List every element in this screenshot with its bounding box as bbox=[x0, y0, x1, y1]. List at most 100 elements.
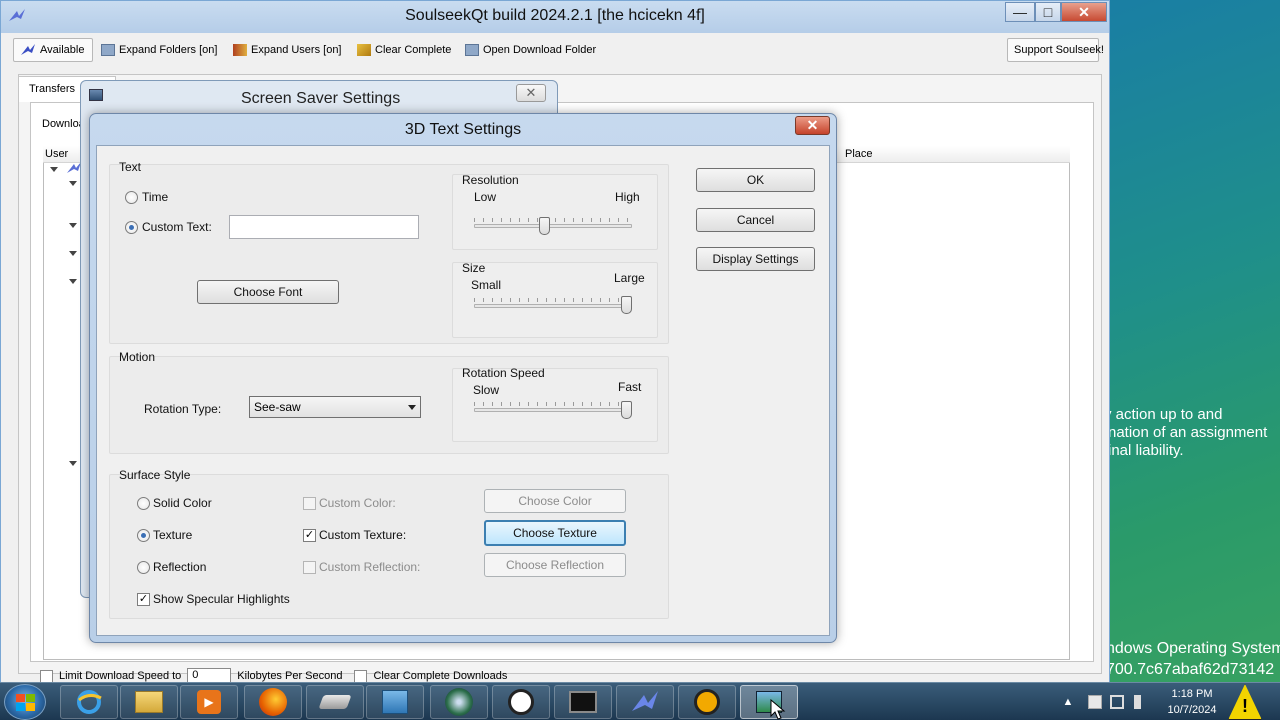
rotation-fast-label: Fast bbox=[618, 380, 642, 394]
start-button[interactable] bbox=[4, 684, 46, 720]
clock[interactable]: 1:18 PM 10/7/2024 bbox=[1158, 686, 1226, 718]
expand-arrow-icon[interactable] bbox=[69, 279, 77, 284]
dialog-title: 3D Text Settings bbox=[404, 121, 522, 138]
custom-texture-checkbox[interactable]: ✓ bbox=[303, 529, 316, 542]
soulseek-title: SoulseekQt build 2024.2.1 [the hcicekn 4… bbox=[405, 7, 705, 24]
taskbar-globe[interactable] bbox=[678, 685, 736, 719]
resolution-title: Resolution bbox=[462, 173, 519, 187]
internet-explorer-icon bbox=[77, 690, 102, 714]
taskbar-task-manager[interactable] bbox=[554, 685, 612, 719]
size-large-label: Large bbox=[614, 271, 645, 285]
time-label: Time bbox=[142, 190, 169, 204]
expand-users-button[interactable]: Expand Users [on] bbox=[233, 38, 342, 62]
expand-folders-button[interactable]: Expand Folders [on] bbox=[101, 38, 217, 62]
media-player-icon: ▶ bbox=[197, 690, 221, 714]
clock-time: 1:18 PM bbox=[1171, 688, 1213, 700]
taskbar-screen-saver[interactable] bbox=[740, 685, 798, 719]
screen-saver-close-button[interactable]: ✕ bbox=[516, 84, 546, 102]
clear-complete-label: Clear Complete bbox=[375, 44, 452, 56]
solid-color-radio[interactable] bbox=[137, 497, 150, 510]
globe-icon bbox=[694, 689, 720, 715]
expand-arrow-icon[interactable] bbox=[69, 181, 77, 186]
rotation-type-select[interactable]: See-saw bbox=[249, 396, 421, 418]
dropdown-arrow-icon bbox=[408, 405, 416, 410]
show-hidden-icons-button[interactable]: ▲ bbox=[1062, 694, 1074, 710]
expand-arrow-icon[interactable] bbox=[50, 167, 58, 172]
rotation-speed-slider-thumb[interactable] bbox=[621, 401, 632, 419]
display-settings-button[interactable]: Display Settings bbox=[696, 247, 815, 271]
clear-complete-button[interactable]: Clear Complete bbox=[357, 38, 451, 62]
warning-icon[interactable]: ! bbox=[1228, 684, 1262, 720]
screen-saver-icon bbox=[89, 89, 103, 101]
control-panel-icon bbox=[382, 690, 408, 714]
column-place[interactable]: Place bbox=[845, 148, 873, 160]
screen-saver-title: Screen Saver Settings bbox=[241, 90, 401, 107]
taskbar-control-panel[interactable] bbox=[366, 685, 424, 719]
reflection-radio[interactable] bbox=[137, 561, 150, 574]
expand-arrow-icon[interactable] bbox=[69, 461, 77, 466]
limit-speed-checkbox[interactable] bbox=[40, 669, 53, 683]
text-group-title: Text bbox=[119, 160, 142, 174]
expand-arrow-icon[interactable] bbox=[69, 251, 77, 256]
taskbar-soulseek[interactable] bbox=[616, 685, 674, 719]
choose-reflection-button[interactable]: Choose Reflection bbox=[484, 553, 626, 577]
taskbar-firefox[interactable] bbox=[244, 685, 302, 719]
expand-arrow-icon[interactable] bbox=[69, 223, 77, 228]
choose-texture-button[interactable]: Choose Texture bbox=[484, 520, 626, 546]
desktop-build-text: 700.7c67abaf62d73142 bbox=[1106, 661, 1275, 678]
kbps-label: Kilobytes Per Second bbox=[237, 670, 343, 682]
clear-complete-downloads-checkbox[interactable] bbox=[354, 669, 368, 683]
custom-text-input[interactable] bbox=[229, 215, 419, 239]
action-center-icon[interactable] bbox=[1088, 695, 1102, 709]
available-button[interactable]: Available bbox=[13, 38, 93, 62]
custom-color-checkbox[interactable] bbox=[303, 497, 316, 510]
time-radio[interactable] bbox=[125, 191, 138, 204]
size-slider-track[interactable] bbox=[474, 304, 632, 308]
3d-text-settings-dialog: 3D Text Settings ✕ Text Time Custom Text… bbox=[89, 113, 837, 643]
network-icon[interactable] bbox=[1110, 695, 1124, 709]
rotation-speed-slider-track[interactable] bbox=[474, 408, 632, 412]
column-user[interactable]: User bbox=[45, 148, 68, 160]
windows-logo-icon bbox=[16, 694, 35, 711]
reflection-label: Reflection bbox=[153, 560, 207, 574]
resolution-low-label: Low bbox=[474, 190, 497, 204]
dialog-close-button[interactable]: ✕ bbox=[795, 116, 830, 135]
taskbar-panda[interactable] bbox=[492, 685, 550, 719]
firefox-icon bbox=[259, 688, 287, 716]
custom-text-radio[interactable] bbox=[125, 221, 138, 234]
cancel-button[interactable]: Cancel bbox=[696, 208, 815, 232]
taskbar-internet-explorer[interactable] bbox=[60, 685, 118, 719]
volume-muted-icon[interactable] bbox=[1134, 695, 1148, 709]
soulseek-close-button[interactable]: ✕ bbox=[1061, 2, 1107, 22]
texture-radio[interactable] bbox=[137, 529, 150, 542]
taskbar-drive[interactable] bbox=[306, 685, 364, 719]
choose-color-button[interactable]: Choose Color bbox=[484, 489, 626, 513]
resolution-slider-thumb[interactable] bbox=[539, 217, 550, 235]
rotation-slow-label: Slow bbox=[473, 383, 500, 397]
resolution-slider-track[interactable] bbox=[474, 224, 632, 228]
rotation-type-value: See-saw bbox=[254, 400, 301, 414]
taskbar: ▶ ▲ 1:18 PM 10/7/2024 ! bbox=[0, 682, 1280, 720]
taskbar-file-explorer[interactable] bbox=[120, 685, 178, 719]
available-label: Available bbox=[40, 44, 85, 56]
resolution-ticks bbox=[474, 218, 632, 222]
ok-button[interactable]: OK bbox=[696, 168, 815, 192]
texture-label: Texture bbox=[153, 528, 193, 542]
maximize-button[interactable]: □ bbox=[1035, 2, 1061, 22]
surface-style-title: Surface Style bbox=[119, 468, 191, 482]
minimize-button[interactable]: — bbox=[1005, 2, 1035, 22]
taskbar-media-player[interactable]: ▶ bbox=[180, 685, 238, 719]
media-center-icon bbox=[445, 688, 473, 716]
support-soulseek-button[interactable]: Support Soulseek! bbox=[1007, 38, 1104, 62]
rotation-type-label: Rotation Type: bbox=[144, 402, 222, 416]
taskbar-media-center[interactable] bbox=[430, 685, 488, 719]
specular-highlights-checkbox[interactable]: ✓ bbox=[137, 593, 150, 606]
open-download-folder-button[interactable]: Open Download Folder bbox=[465, 38, 596, 62]
folder-icon bbox=[465, 44, 479, 56]
broom-icon bbox=[357, 44, 371, 56]
choose-font-button[interactable]: Choose Font bbox=[197, 280, 339, 304]
size-slider-thumb[interactable] bbox=[621, 296, 632, 314]
custom-reflection-checkbox[interactable] bbox=[303, 561, 316, 574]
soulseek-title-bar[interactable]: SoulseekQt build 2024.2.1 [the hcicekn 4… bbox=[1, 1, 1109, 33]
support-label: Support Soulseek! bbox=[1014, 44, 1104, 56]
